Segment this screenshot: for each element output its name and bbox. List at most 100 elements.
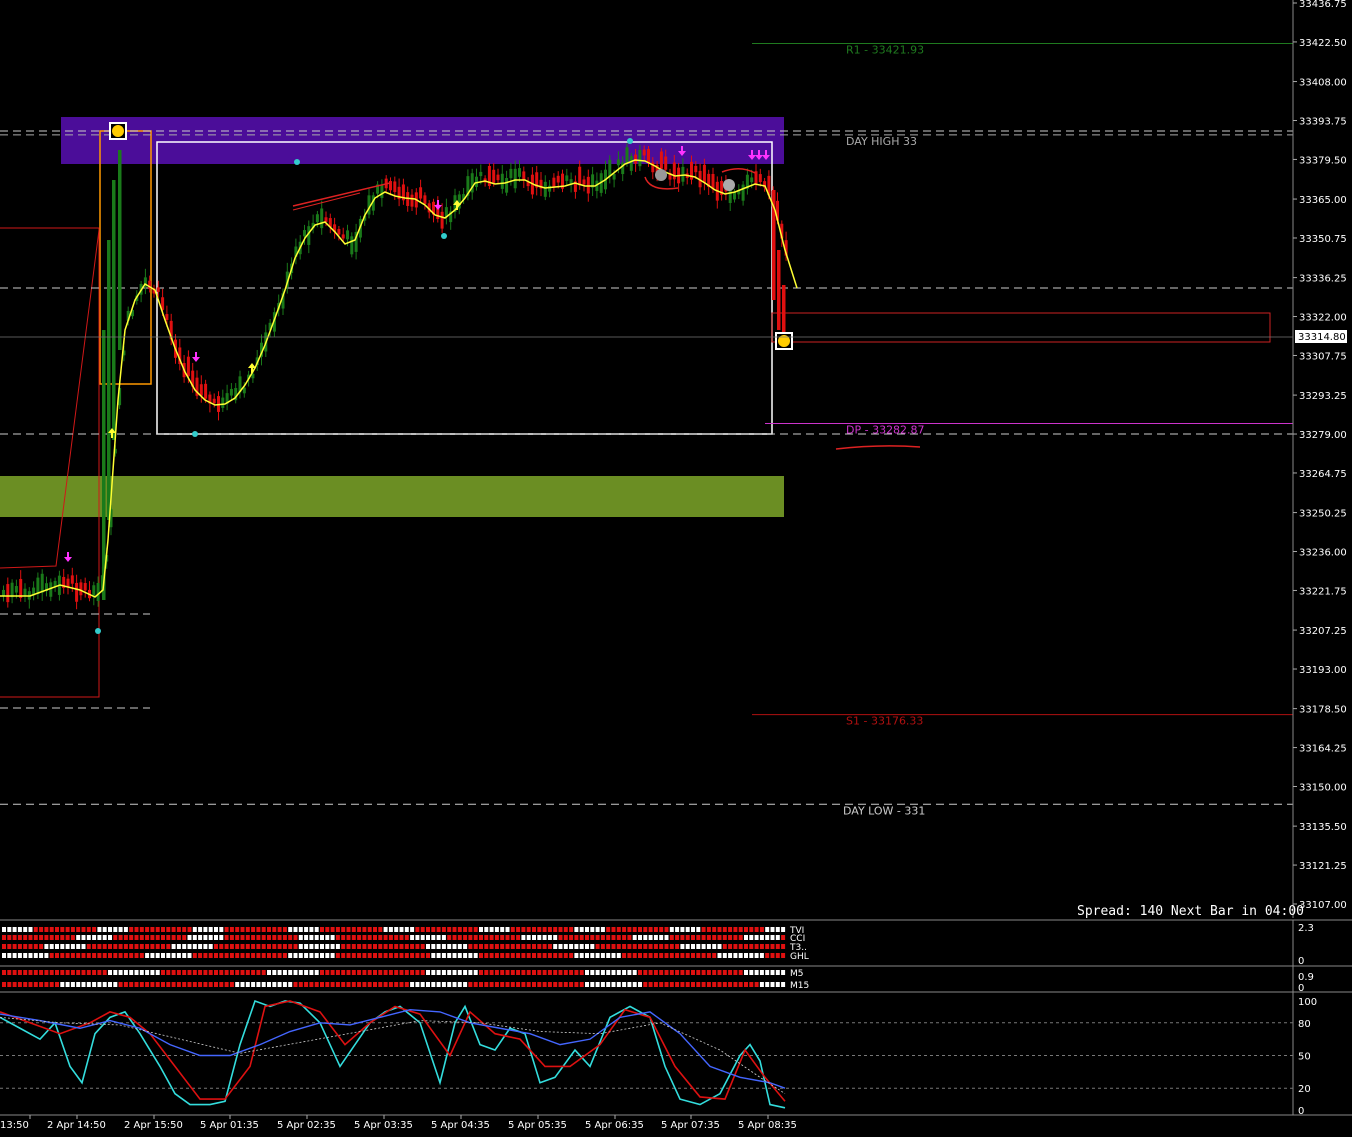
signal-dot [516,935,521,940]
signal-dot [691,953,695,958]
candle-body [156,287,160,292]
signal-dot [92,935,97,940]
candle-body [440,211,444,229]
signal-dot [436,944,441,949]
signal-dot [335,935,340,940]
signal-dot [574,982,579,987]
signal-dot [267,944,271,949]
signal-dot [447,935,452,940]
signal-dot [473,935,478,940]
signal-dot [733,935,738,940]
signal-dot [198,944,203,949]
signal-dot [627,953,632,958]
signal-dot [108,953,112,958]
trading-chart[interactable]: R1 - 33421.93 DP - 33282.87 S1 - 33176.33 D… [0,0,1352,1137]
signal-dot [102,935,107,940]
signal-dot [44,970,49,975]
signal-dot [484,953,489,958]
signal-dot [484,944,489,949]
signal-dot [516,982,521,987]
signal-dot [388,982,393,987]
candle-body [96,583,100,601]
signal-dot [367,927,372,932]
signal-dot [325,944,330,949]
signal-dot [685,944,690,949]
candle-body [221,397,225,408]
candle-body [70,575,74,584]
candle-body [36,577,40,594]
signal-dot [208,944,213,949]
signal-dot [706,944,711,949]
signal-dot [489,970,494,975]
candle-body [186,356,190,377]
signal-dot [590,982,595,987]
signal-dot [81,944,86,949]
signal-dot [208,927,213,932]
signal-dot [500,953,505,958]
signal-dot [415,982,420,987]
signal-dot [537,982,542,987]
signal-dot [383,927,388,932]
signal-dot [569,970,574,975]
signal-dot [701,970,706,975]
signal-dot [229,944,234,949]
sub-scale-label: 0.9 [1298,972,1314,983]
candle-body [303,230,306,237]
signal-dot [325,927,330,932]
signal-dot [526,970,531,975]
signal-dot [97,970,102,975]
signal-dot [717,944,722,949]
signal-dot [738,944,743,949]
signal-dot [139,927,144,932]
candle-body [118,150,122,350]
signal-dot [537,944,542,949]
signal-dot [441,935,446,940]
signal-dot [129,944,134,949]
signal-dot [182,970,187,975]
signal-dot [378,982,383,987]
signal-dot [261,982,266,987]
signal-dot [245,982,250,987]
candle-body [754,171,758,184]
signal-dot [728,944,733,949]
signal-dot [616,935,621,940]
signal-dot [108,982,112,987]
signal-dot [484,970,489,975]
price-tick-label: 33408.00 [1299,78,1347,89]
signal-dot [394,927,399,932]
signal-dot [500,935,505,940]
signal-dot [108,927,112,932]
signal-dot [696,982,701,987]
signal-dot [611,982,616,987]
signal-dot [108,970,112,975]
signal-dot [457,935,462,940]
signal-dot [2,953,6,958]
signal-dot [65,927,70,932]
signal-dot [55,953,59,958]
signal-dot [325,982,330,987]
candle-body [53,580,57,587]
signal-dot [669,927,674,932]
signal-dot [473,927,478,932]
signal-dot [600,935,605,940]
signal-dot [108,944,112,949]
signal-dot [717,935,722,940]
sub-scale-label: 0 [1298,983,1304,994]
signal-dot [717,982,722,987]
signal-dot [664,927,669,932]
signal-dot [648,953,653,958]
signal-dot [733,927,738,932]
signal-dot [563,953,568,958]
signal-dot [203,927,208,932]
signal-dot [314,970,319,975]
candle-body [492,169,496,183]
signal-dot [574,935,579,940]
signal-dot [240,935,245,940]
signal-dot [457,982,462,987]
signal-dot [759,935,764,940]
signal-dot [2,935,6,940]
candle-body [14,586,18,593]
signal-dot [410,982,415,987]
signal-dot [479,982,483,987]
signal-dot [399,935,404,940]
